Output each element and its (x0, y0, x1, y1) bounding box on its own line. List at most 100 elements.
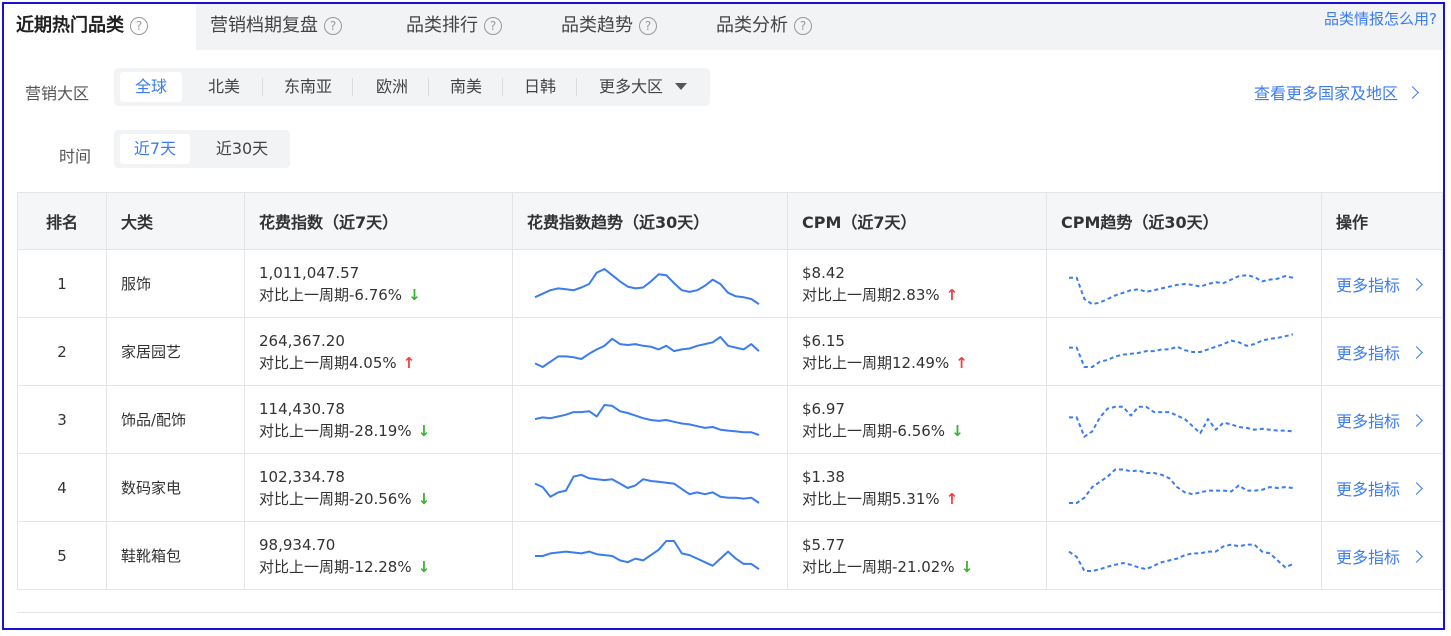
action-cell: 更多指标 (1321, 385, 1443, 454)
spend-value: 114,430.78 (259, 399, 345, 418)
tab-label: 品类分析 (716, 15, 788, 36)
region-option-southeast-asia[interactable]: 东南亚 (270, 72, 346, 102)
spend-sparkline (534, 403, 760, 436)
tab-campaign-review[interactable]: 营销档期复盘? (210, 4, 342, 50)
cpm-sparkline (1069, 273, 1294, 305)
cpm-trend-line (1069, 332, 1294, 368)
help-icon[interactable]: ? (324, 17, 342, 35)
link-label: 更多指标 (1336, 479, 1401, 499)
arrow-down-icon: ↓ (417, 489, 431, 508)
time-selector: 近7天 近30天 (114, 130, 290, 168)
region-option-north-america[interactable]: 北美 (192, 72, 256, 102)
cpm-trend-line (1069, 273, 1294, 305)
tab-label: 营销档期复盘 (210, 15, 318, 36)
tab-category-analysis[interactable]: 品类分析? (716, 4, 812, 50)
cpm-change-text: 对比上一周期2.83% (802, 285, 940, 304)
cpm-sparkline (1069, 332, 1294, 368)
region-option-global[interactable]: 全球 (120, 72, 182, 102)
tab-bar: 近期热门品类? 营销档期复盘? 品类排行? 品类趋势? 品类分析? 品类情报怎么… (4, 4, 1443, 50)
region-option-south-america[interactable]: 南美 (434, 72, 498, 102)
time-option-7d[interactable]: 近7天 (120, 134, 190, 164)
help-icon[interactable]: ? (130, 17, 148, 35)
cpm-value: $5.77 (802, 535, 845, 554)
spend-change: 对比上一周期4.05% ↑ (259, 352, 512, 374)
region-label: 营销大区 (25, 84, 90, 103)
spend-change-text: 对比上一周期-12.28% (259, 557, 412, 576)
chevron-right-icon (1410, 413, 1423, 427)
help-icon[interactable]: ? (484, 17, 502, 35)
col-action: 操作 (1321, 192, 1443, 250)
link-label: 更多指标 (1336, 343, 1401, 363)
tab-label: 品类趋势 (561, 15, 633, 36)
more-metrics-link[interactable]: 更多指标 (1336, 275, 1423, 295)
spend-sparkline (534, 267, 760, 305)
cpm-trend-cell (1046, 453, 1322, 522)
spend-trend-line (534, 473, 760, 504)
help-icon[interactable]: ? (794, 17, 812, 35)
category-cell: 家居园艺 (106, 317, 245, 386)
tab-category-ranking[interactable]: 品类排行? (406, 4, 502, 50)
cpm-trend-line (1069, 405, 1294, 438)
col-spend-index: 花费指数（近7天） (244, 192, 513, 250)
time-option-30d[interactable]: 近30天 (202, 134, 282, 164)
more-metrics-link[interactable]: 更多指标 (1336, 343, 1423, 363)
category-cell: 服饰 (106, 249, 245, 318)
divider (576, 78, 577, 96)
col-cpm-trend: CPM趋势（近30天） (1046, 192, 1322, 250)
spend-change: 对比上一周期-12.28% ↓ (259, 556, 512, 578)
rank-cell: 5 (17, 521, 107, 590)
arrow-down-icon: ↓ (417, 421, 431, 440)
arrow-up-icon: ↑ (945, 285, 959, 304)
table-row: 5 鞋靴箱包 98,934.70 对比上一周期-12.28% ↓ $5.77 对比上一周期-… (17, 521, 1443, 590)
more-metrics-link[interactable]: 更多指标 (1336, 479, 1423, 499)
tab-hot-categories[interactable]: 近期热门品类? (4, 4, 196, 50)
help-icon[interactable]: ? (639, 17, 657, 35)
action-cell: 更多指标 (1321, 521, 1443, 590)
spend-trend-line (534, 335, 760, 368)
arrow-down-icon: ↓ (408, 285, 421, 304)
region-option-japan-korea[interactable]: 日韩 (508, 72, 572, 102)
time-label: 时间 (59, 147, 92, 166)
spend-value: 1,011,047.57 (259, 263, 360, 282)
cpm-change: 对比上一周期12.49% ↑ (802, 352, 1046, 374)
spend-cell: 98,934.70 对比上一周期-12.28% ↓ (244, 521, 513, 590)
arrow-down-icon: ↓ (951, 421, 964, 440)
cpm-sparkline (1069, 468, 1294, 504)
cpm-value: $1.38 (802, 467, 845, 486)
link-label: 更多指标 (1336, 275, 1401, 295)
action-cell: 更多指标 (1321, 453, 1443, 522)
spend-change-text: 对比上一周期-20.56% (259, 489, 412, 508)
spend-cell: 264,367.20 对比上一周期4.05% ↑ (244, 317, 513, 386)
chevron-right-icon (1406, 86, 1419, 99)
cpm-cell: $5.77 对比上一周期-21.02% ↓ (787, 521, 1047, 590)
cpm-change-text: 对比上一周期12.49% (802, 353, 950, 372)
divider (428, 78, 429, 96)
table-header-row: 排名 大类 花费指数（近7天） 花费指数趋势（近30天） CPM（近7天） CP… (17, 192, 1443, 250)
more-metrics-link[interactable]: 更多指标 (1336, 412, 1423, 431)
region-more-dropdown[interactable]: 更多大区 (584, 72, 702, 102)
chevron-right-icon (1410, 345, 1423, 359)
arrow-down-icon: ↓ (417, 557, 431, 576)
region-selector: 全球 北美 东南亚 欧洲 南美 日韩 更多大区 (114, 68, 710, 106)
cpm-change: 对比上一周期-21.02% ↓ (802, 556, 1046, 578)
spend-change: 对比上一周期-6.76% ↓ (259, 284, 512, 306)
chevron-right-icon (1410, 277, 1423, 291)
tab-category-trend[interactable]: 品类趋势? (561, 4, 657, 50)
col-spend-trend: 花费指数趋势（近30天） (512, 192, 788, 250)
spend-cell: 102,334.78 对比上一周期-20.56% ↓ (244, 453, 513, 522)
spend-sparkline (534, 335, 760, 368)
arrow-up-icon: ↑ (402, 353, 416, 372)
more-regions-link[interactable]: 查看更多国家及地区 (1254, 80, 1419, 104)
table-row: 4 数码家电 102,334.78 对比上一周期-20.56% ↓ $1.38 对比上一周期… (17, 453, 1443, 522)
spend-trend-cell (512, 521, 788, 590)
table-row: 1 服饰 1,011,047.57 对比上一周期-6.76% ↓ $8.42 对比上一周期2… (17, 249, 1443, 318)
region-option-europe[interactable]: 欧洲 (360, 72, 424, 102)
category-cell: 数码家电 (106, 453, 245, 522)
help-link[interactable]: 品类情报怎么用? (1324, 8, 1437, 29)
col-cpm: CPM（近7天） (787, 192, 1047, 250)
cpm-trend-line (1069, 468, 1294, 504)
more-metrics-link[interactable]: 更多指标 (1336, 548, 1423, 567)
spend-trend-cell (512, 453, 788, 522)
cpm-cell: $6.97 对比上一周期-6.56% ↓ (787, 385, 1047, 454)
chevron-right-icon (1410, 549, 1423, 563)
